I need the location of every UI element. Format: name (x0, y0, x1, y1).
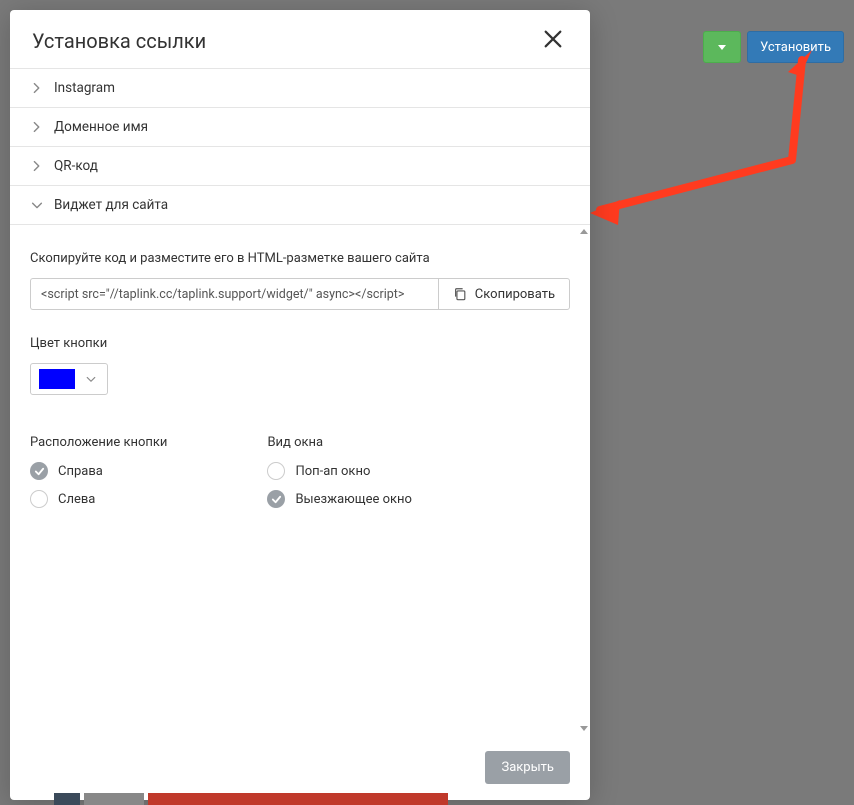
radio-unchecked-icon (267, 462, 285, 480)
modal-title: Установка ссылки (32, 29, 206, 53)
radio-window-popup[interactable]: Поп-ап окно (267, 462, 412, 480)
radio-window-slideout[interactable]: Выезжающее окно (267, 490, 412, 508)
code-row: Скопировать (30, 278, 570, 310)
accordion-head-domain[interactable]: Доменное имя (10, 108, 590, 146)
modal-footer: Закрыть (10, 735, 590, 800)
accordion-label: Доменное имя (54, 119, 148, 135)
accordion-label: QR-код (54, 158, 98, 174)
copy-icon (453, 287, 467, 301)
scrollbar[interactable] (580, 225, 588, 735)
copy-button[interactable]: Скопировать (438, 278, 570, 310)
chevron-right-icon (30, 81, 44, 95)
color-picker[interactable] (30, 363, 108, 395)
chevron-down-icon (85, 373, 97, 385)
radio-label: Выезжающее окно (295, 492, 412, 507)
widget-code-input[interactable] (30, 278, 438, 310)
radio-position-right[interactable]: Справа (30, 462, 167, 480)
radio-checked-icon (267, 490, 285, 508)
accordion-label: Виджет для сайта (54, 197, 168, 213)
options-columns: Расположение кнопки Справа Слева Вид окн… (30, 435, 570, 518)
accordion-item-domain: Доменное имя (10, 108, 590, 147)
accordion-item-qr: QR-код (10, 147, 590, 186)
radio-checked-icon (30, 462, 48, 480)
window-label: Вид окна (267, 435, 412, 450)
chevron-right-icon (30, 120, 44, 134)
accordion-label: Instagram (54, 80, 115, 96)
window-column: Вид окна Поп-ап окно Выезжающее окно (267, 435, 412, 518)
caret-down-icon (718, 45, 726, 50)
radio-position-left[interactable]: Слева (30, 490, 167, 508)
copy-instruction: Скопируйте код и разместите его в HTML-р… (30, 251, 570, 266)
position-column: Расположение кнопки Справа Слева (30, 435, 167, 518)
widget-panel: Скопируйте код и разместите его в HTML-р… (10, 225, 590, 735)
radio-label: Справа (58, 464, 103, 479)
link-install-modal: Установка ссылки Instagram Доменное имя (10, 10, 590, 800)
accordion-head-widget[interactable]: Виджет для сайта (10, 186, 590, 224)
page-header-actions: Установить (703, 31, 844, 63)
close-button[interactable]: Закрыть (485, 751, 570, 784)
header-dropdown-button[interactable] (703, 31, 741, 63)
modal-header: Установка ссылки (10, 10, 590, 68)
radio-label: Слева (58, 492, 95, 507)
position-label: Расположение кнопки (30, 435, 167, 450)
accordion-head-instagram[interactable]: Instagram (10, 69, 590, 107)
radio-unchecked-icon (30, 490, 48, 508)
color-swatch (39, 369, 75, 389)
chevron-right-icon (30, 159, 44, 173)
copy-button-label: Скопировать (475, 287, 555, 302)
color-label: Цвет кнопки (30, 336, 570, 351)
chevron-down-icon (30, 198, 44, 212)
radio-label: Поп-ап окно (295, 464, 370, 479)
accordion: Instagram Доменное имя QR-код (10, 68, 590, 225)
accordion-item-instagram: Instagram (10, 69, 590, 108)
background-strip (54, 793, 448, 805)
accordion-item-widget: Виджет для сайта (10, 186, 590, 225)
install-button[interactable]: Установить (747, 31, 844, 63)
accordion-head-qr[interactable]: QR-код (10, 147, 590, 185)
close-icon (542, 28, 564, 50)
modal-close-button[interactable] (538, 28, 568, 54)
